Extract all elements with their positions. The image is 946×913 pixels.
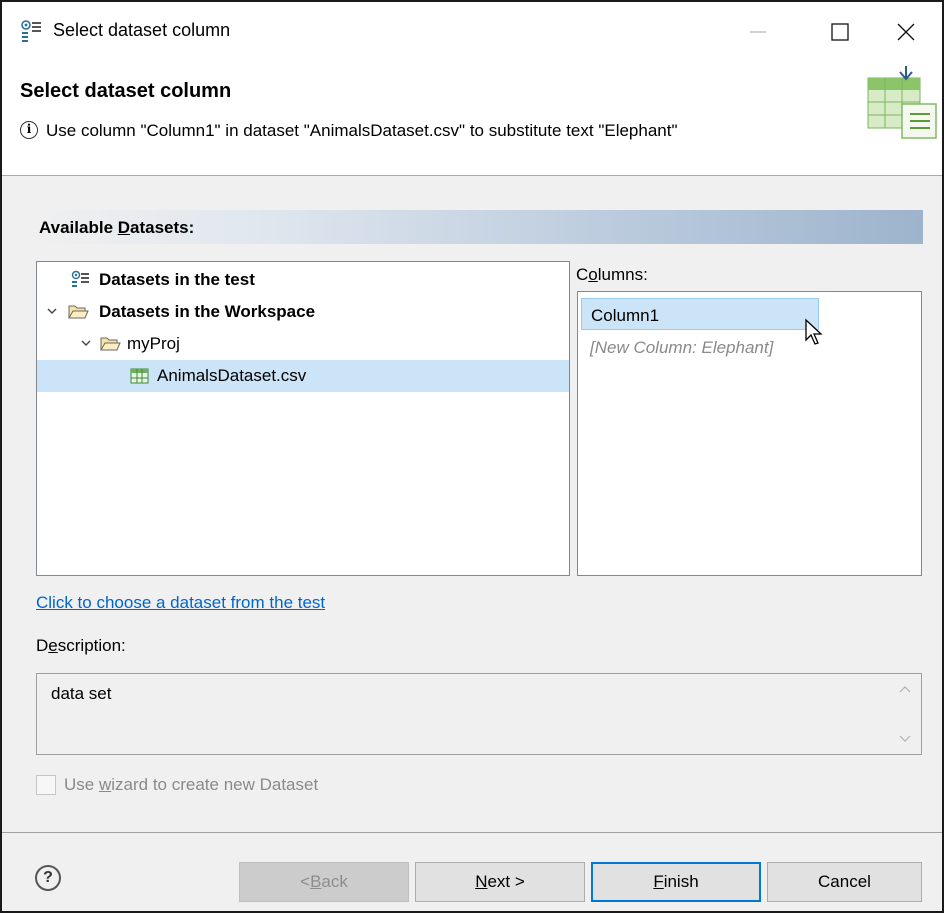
dialog-window: Select dataset column Select dataset col…	[0, 0, 944, 913]
dataset-app-icon	[21, 20, 41, 42]
columns-list[interactable]: Column1 [New Column: Elephant]	[577, 291, 922, 576]
folder-open-icon	[68, 305, 89, 319]
maximize-button[interactable]	[820, 12, 860, 52]
minimize-button[interactable]	[738, 12, 778, 52]
table-icon	[130, 368, 149, 384]
choose-dataset-link[interactable]: Click to choose a dataset from the test	[36, 593, 325, 613]
available-datasets-label: Available Datasets:	[39, 218, 195, 237]
column-item-label: [New Column: Elephant]	[590, 338, 774, 357]
close-button[interactable]	[886, 12, 926, 52]
back-button[interactable]: < Back	[239, 862, 409, 902]
scroll-down-icon[interactable]	[899, 734, 911, 744]
mouse-pointer-icon	[805, 318, 823, 345]
description-text: data set	[51, 684, 112, 703]
description-label: Description:	[36, 636, 126, 655]
tree-item-label: myProj	[127, 334, 180, 353]
use-wizard-label: Use wizard to create new Dataset	[64, 775, 319, 794]
column-item-new[interactable]: [New Column: Elephant]	[581, 331, 881, 363]
next-button[interactable]: Next >	[415, 862, 585, 902]
dataset-table-graphic-icon	[867, 66, 937, 139]
banner-message: Use column "Column1" in dataset "Animals…	[46, 121, 678, 140]
help-icon[interactable]: ?	[35, 865, 61, 891]
folder-open-icon	[100, 337, 121, 351]
tree-item-label: AnimalsDataset.csv	[157, 366, 307, 385]
footer-divider	[2, 832, 942, 833]
finish-button[interactable]: Finish	[591, 862, 761, 902]
wizard-banner: Select dataset column i Use column "Colu…	[2, 64, 942, 176]
tree-item-label: Datasets in the test	[99, 270, 255, 289]
column-item-label: Column1	[591, 306, 660, 325]
window-title: Select dataset column	[53, 20, 231, 40]
datasets-tree[interactable]: Datasets in the test Datasets in the Wor…	[36, 261, 570, 576]
column-item-column1[interactable]: Column1	[581, 298, 819, 330]
tree-item-myproj[interactable]: myProj	[37, 328, 569, 360]
columns-label: Columns:	[576, 265, 648, 284]
tree-item-datasets-in-test[interactable]: Datasets in the test	[37, 264, 569, 296]
title-bar: Select dataset column	[2, 2, 942, 64]
dataset-test-icon	[71, 270, 89, 287]
use-wizard-checkbox[interactable]	[36, 775, 56, 795]
cancel-button[interactable]: Cancel	[767, 862, 922, 902]
chevron-down-icon[interactable]	[79, 336, 93, 350]
tree-item-animalsdataset[interactable]: AnimalsDataset.csv	[37, 360, 569, 392]
use-wizard-option[interactable]: Use wizard to create new Dataset	[36, 773, 436, 799]
description-textarea[interactable]: data set	[36, 673, 922, 755]
page-title: Select dataset column	[20, 80, 232, 102]
tree-item-label: Datasets in the Workspace	[99, 302, 316, 321]
scroll-up-icon[interactable]	[899, 684, 911, 694]
available-datasets-header: Available Datasets:	[35, 210, 923, 244]
chevron-down-icon[interactable]	[45, 304, 59, 318]
info-icon: i	[20, 121, 38, 139]
tree-item-datasets-in-workspace[interactable]: Datasets in the Workspace	[37, 296, 569, 328]
